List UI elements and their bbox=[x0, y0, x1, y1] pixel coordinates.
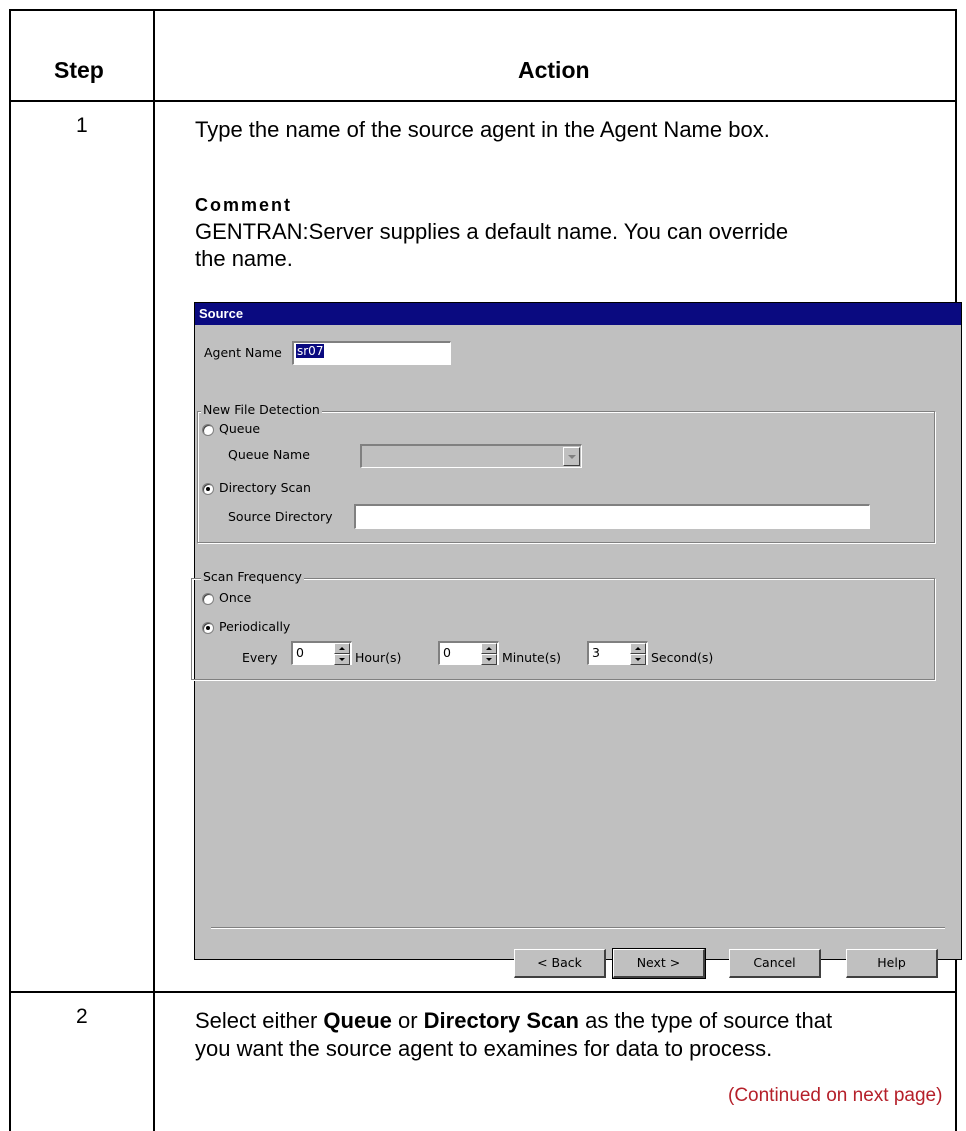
cancel-button-label: Cancel bbox=[753, 955, 796, 970]
dialog-titlebar: Source bbox=[195, 303, 961, 325]
step-2-text: Select either bbox=[195, 1008, 324, 1033]
button-separator bbox=[211, 927, 945, 929]
step-1-instruction: Type the name of the source agent in the… bbox=[195, 117, 770, 142]
seconds-spinner[interactable]: 3 bbox=[587, 641, 648, 665]
comment-heading: Comment bbox=[195, 195, 293, 215]
hours-label: Hour(s) bbox=[355, 650, 402, 665]
chevron-down-icon[interactable] bbox=[563, 447, 580, 466]
queue-label[interactable]: Queue bbox=[219, 421, 260, 436]
step-number-1: 1 bbox=[76, 114, 88, 137]
spin-up-icon[interactable] bbox=[334, 643, 350, 654]
next-button-label: Next > bbox=[636, 955, 681, 970]
spin-up-icon[interactable] bbox=[481, 643, 497, 654]
keyword-queue: Queue bbox=[323, 1008, 392, 1033]
spin-down-icon[interactable] bbox=[630, 654, 646, 665]
scan-frequency-legend: Scan Frequency bbox=[201, 569, 304, 584]
dialog-title: Source bbox=[199, 306, 244, 321]
spin-down-icon[interactable] bbox=[481, 654, 497, 665]
table-row-divider bbox=[9, 991, 956, 993]
hours-value: 0 bbox=[296, 645, 304, 660]
new-file-detection-legend: New File Detection bbox=[201, 402, 322, 417]
hours-spin-buttons[interactable] bbox=[334, 643, 350, 665]
back-button[interactable]: < Back bbox=[514, 949, 606, 978]
cancel-button[interactable]: Cancel bbox=[729, 949, 821, 978]
keyword-directory-scan: Directory Scan bbox=[423, 1008, 579, 1033]
step-2-instruction-line-1: Select either Queue or Directory Scan as… bbox=[195, 1006, 832, 1036]
spin-up-icon[interactable] bbox=[630, 643, 646, 654]
continued-note: (Continued on next page) bbox=[728, 1085, 943, 1106]
every-label: Every bbox=[242, 650, 278, 665]
table-column-divider bbox=[153, 9, 155, 1131]
table-left-border bbox=[9, 9, 11, 1131]
radio-selected-dot bbox=[206, 626, 210, 630]
header-step: Step bbox=[54, 57, 104, 83]
periodically-label[interactable]: Periodically bbox=[219, 619, 290, 634]
agent-name-value: sr07 bbox=[296, 344, 325, 358]
header-action: Action bbox=[518, 57, 590, 83]
help-button-label: Help bbox=[877, 955, 906, 970]
step-2-text: as the type of source that bbox=[578, 1008, 833, 1033]
source-directory-label: Source Directory bbox=[228, 509, 333, 524]
radio-selected-dot bbox=[206, 487, 210, 491]
step-number-2: 2 bbox=[76, 1005, 88, 1028]
comment-line-1: GENTRAN:Server supplies a default name. … bbox=[195, 219, 789, 244]
minutes-label: Minute(s) bbox=[502, 650, 561, 665]
next-button[interactable]: Next > bbox=[612, 948, 706, 979]
minutes-spin-buttons[interactable] bbox=[481, 643, 497, 665]
minutes-value: 0 bbox=[443, 645, 451, 660]
back-button-label: < Back bbox=[537, 955, 582, 970]
table-header-divider bbox=[9, 100, 956, 102]
queue-radio[interactable] bbox=[202, 424, 214, 436]
seconds-value: 3 bbox=[592, 645, 600, 660]
step-2-text: or bbox=[391, 1008, 424, 1033]
seconds-spin-buttons[interactable] bbox=[630, 643, 646, 665]
step-2-instruction-line-2: you want the source agent to examines fo… bbox=[195, 1036, 773, 1061]
seconds-label: Second(s) bbox=[651, 650, 714, 665]
table-top-border bbox=[9, 9, 956, 11]
periodically-radio[interactable] bbox=[202, 622, 214, 634]
help-button[interactable]: Help bbox=[846, 949, 938, 978]
agent-name-label: Agent Name bbox=[204, 345, 282, 360]
minutes-spinner[interactable]: 0 bbox=[438, 641, 499, 665]
source-directory-input[interactable] bbox=[354, 504, 870, 529]
agent-name-input[interactable]: sr07 bbox=[292, 341, 451, 365]
spin-down-icon[interactable] bbox=[334, 654, 350, 665]
directory-scan-radio[interactable] bbox=[202, 483, 214, 495]
once-label[interactable]: Once bbox=[219, 590, 251, 605]
queue-name-combo[interactable] bbox=[360, 444, 582, 468]
queue-name-label: Queue Name bbox=[228, 447, 310, 462]
source-dialog: Source Agent Name sr07 New File Detectio… bbox=[191, 302, 962, 979]
directory-scan-label[interactable]: Directory Scan bbox=[219, 480, 311, 495]
once-radio[interactable] bbox=[202, 593, 214, 605]
hours-spinner[interactable]: 0 bbox=[291, 641, 352, 665]
comment-line-2: the name. bbox=[195, 246, 293, 271]
